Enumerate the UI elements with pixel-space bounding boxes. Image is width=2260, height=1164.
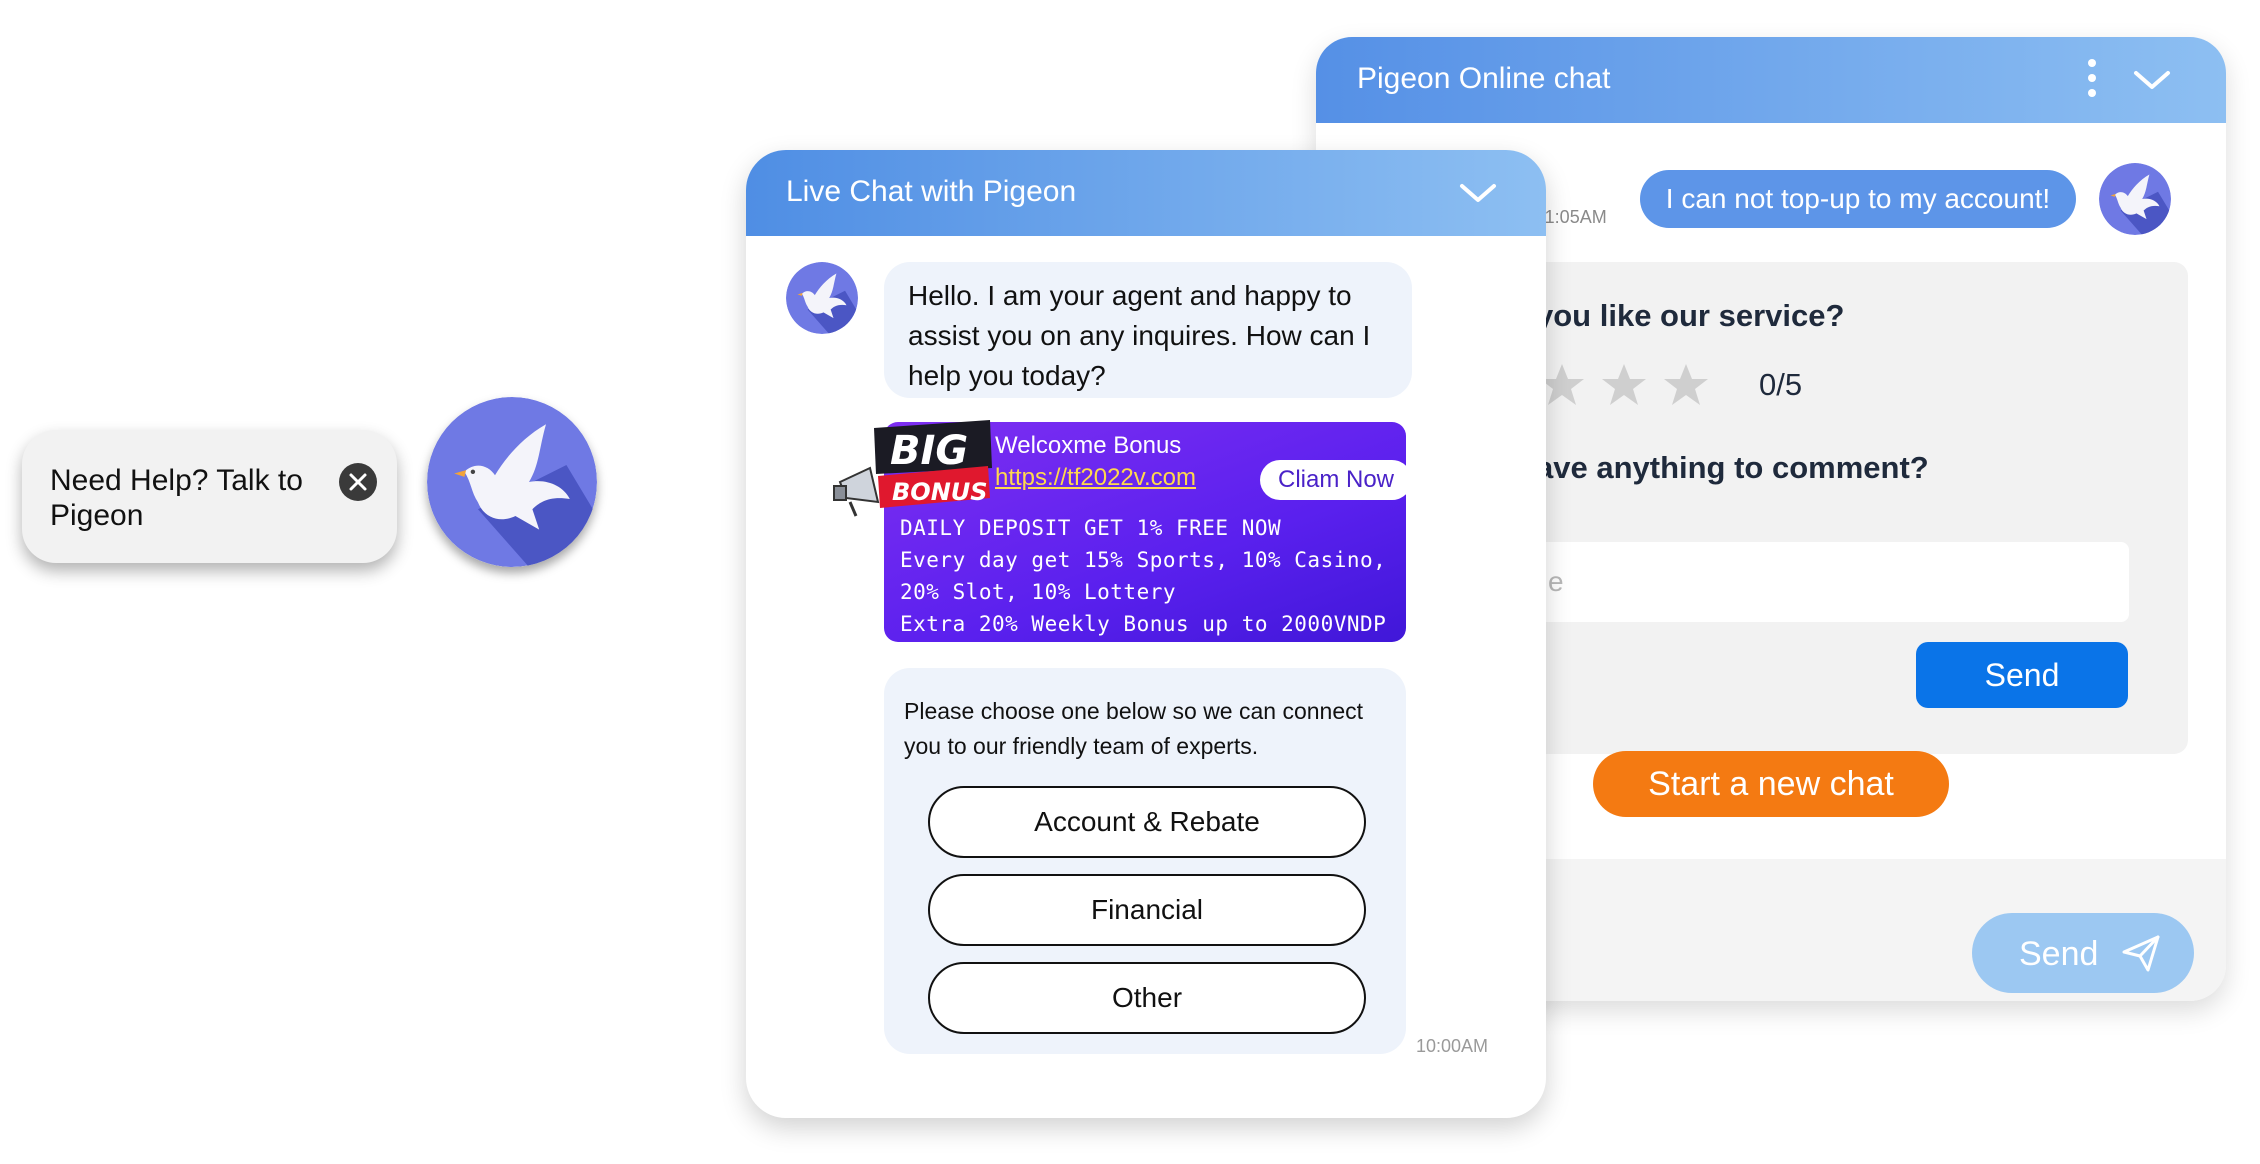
claim-now-button[interactable]: Cliam Now [1260,460,1412,500]
promo-line: DAILY DEPOSIT GET 1% FREE NOW [900,516,1282,540]
chevron-down-icon[interactable] [1456,176,1500,210]
pigeon-icon [427,397,597,567]
close-circle-icon[interactable] [339,463,377,501]
user-message-bubble: I can not top-up to my account! [1640,170,2076,228]
star-icon [1540,364,1584,405]
message-timestamp: 10:00AM [1416,1036,1489,1056]
star-icon [1602,364,1646,405]
kebab-menu-icon[interactable] [2086,59,2098,101]
promo-line: 20% Slot, 10% Lottery [900,580,1177,604]
promo-details: DAILY DEPOSIT GET 1% FREE NOW Every day … [900,512,1400,640]
footer-send-button[interactable]: Send [1972,913,2194,993]
bonus-promo-card: BIG BONUS Welcoxme Bonus https://tf2022v… [833,420,1412,642]
message-timestamp: 11:05AM [1536,207,1607,227]
comment-question: ave anything to comment? [1536,450,1929,485]
comment-input[interactable] [1536,542,2129,622]
options-prompt: Please choose one below so we can connec… [904,698,1364,759]
live-chat-window: Live Chat with Pigeon Hello. I am your a… [746,150,1546,1118]
launcher-text: Need Help? Talk to Pigeon [50,464,303,532]
options-card: Please choose one below so we can connec… [884,668,1406,1054]
rating-score: 0/5 [1759,367,1803,402]
online-chat-header: Pigeon Online chat [1316,37,2226,123]
paper-plane-icon [2122,935,2160,972]
chevron-down-icon[interactable] [2130,63,2174,97]
online-chat-title: Pigeon Online chat [1357,62,1611,95]
pigeon-launcher-button[interactable] [427,397,597,567]
pigeon-icon [2099,163,2171,235]
svg-text:BONUS: BONUS [892,478,988,506]
big-bonus-logo: BIG BONUS [833,420,992,517]
option-other-button[interactable]: Other [928,962,1366,1034]
promo-link[interactable]: https://tf2022v.com [995,464,1196,492]
option-account-rebate-button[interactable]: Account & Rebate [928,786,1366,858]
live-chat-header: Live Chat with Pigeon [746,150,1546,236]
promo-title: Welcoxme Bonus [995,432,1182,459]
promo-line: Every day get 15% Sports, 10% Casino, [900,548,1387,572]
agent-avatar [786,262,858,334]
svg-text:BIG: BIG [890,428,968,474]
start-new-chat-button[interactable]: Start a new chat [1593,751,1949,817]
footer-send-label: Send [2019,935,2099,973]
pigeon-icon [786,262,858,334]
help-launcher-bubble[interactable]: Need Help? Talk to Pigeon [22,430,397,563]
star-rating[interactable] [1536,360,1736,412]
avatar [2099,163,2171,235]
rating-question: you like our service? [1536,298,1845,333]
star-icon [1664,364,1708,405]
promo-line: Extra 20% Weekly Bonus up to 2000VNDP [900,612,1387,636]
live-chat-title: Live Chat with Pigeon [786,175,1077,208]
agent-greeting-bubble: Hello. I am your agent and happy to assi… [884,262,1412,398]
rating-send-button[interactable]: Send [1916,642,2128,708]
option-financial-button[interactable]: Financial [928,874,1366,946]
